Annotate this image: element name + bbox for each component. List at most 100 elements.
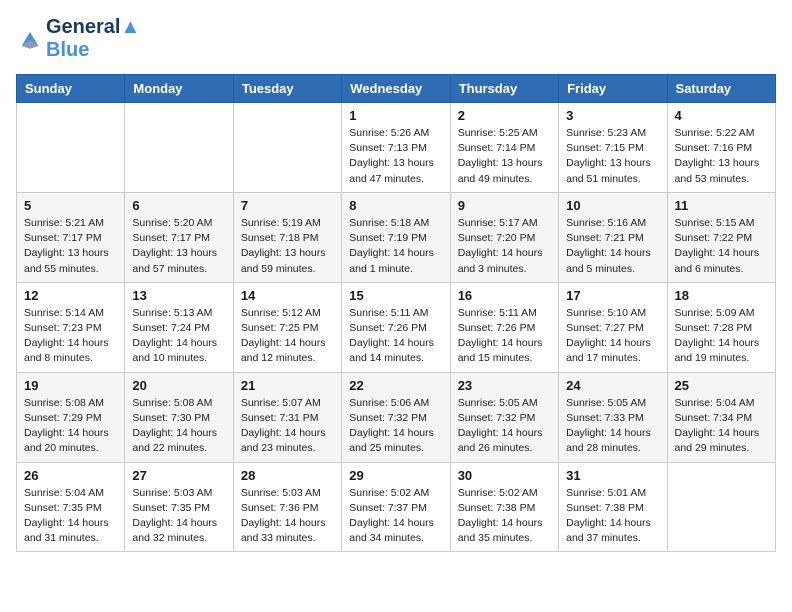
day-info: Sunrise: 5:05 AMSunset: 7:33 PMDaylight:… — [566, 396, 659, 457]
day-info: Sunrise: 5:14 AMSunset: 7:23 PMDaylight:… — [24, 306, 117, 367]
day-info: Sunrise: 5:09 AMSunset: 7:28 PMDaylight:… — [675, 306, 768, 367]
day-number: 11 — [675, 198, 768, 213]
calendar-cell: 25 Sunrise: 5:04 AMSunset: 7:34 PMDayligh… — [667, 372, 775, 462]
calendar-cell: 22 Sunrise: 5:06 AMSunset: 7:32 PMDayligh… — [342, 372, 450, 462]
calendar-cell: 3Sunrise: 5:23 AMSunset: 7:15 PMDaylight… — [559, 103, 667, 193]
calendar-cell: 1 Sunrise: 5:26 AMSunset: 7:13 PMDaylight… — [342, 103, 450, 193]
week-row-2: 5 Sunrise: 5:21 AMSunset: 7:17 PMDaylight… — [17, 192, 776, 282]
calendar-cell: 30Sunrise: 5:02 AMSunset: 7:38 PMDayligh… — [450, 462, 558, 552]
calendar-cell: 4Sunrise: 5:22 AMSunset: 7:16 PMDaylight… — [667, 103, 775, 193]
day-info: Sunrise: 5:11 AMSunset: 7:26 PMDaylight:… — [458, 306, 551, 367]
calendar-cell: 9 Sunrise: 5:17 AMSunset: 7:20 PMDaylight… — [450, 192, 558, 282]
day-number: 29 — [349, 468, 442, 483]
day-number: 10 — [566, 198, 659, 213]
day-number: 9 — [458, 198, 551, 213]
day-number: 14 — [241, 288, 334, 303]
day-info: Sunrise: 5:21 AMSunset: 7:17 PMDaylight:… — [24, 216, 117, 277]
day-number: 18 — [675, 288, 768, 303]
day-number: 24 — [566, 378, 659, 393]
day-info: Sunrise: 5:10 AMSunset: 7:27 PMDaylight:… — [566, 306, 659, 367]
day-number: 21 — [241, 378, 334, 393]
day-info: Sunrise: 5:08 AMSunset: 7:30 PMDaylight:… — [132, 396, 225, 457]
day-info: Sunrise: 5:03 AMSunset: 7:35 PMDaylight:… — [132, 486, 225, 547]
calendar-cell — [125, 103, 233, 193]
calendar-cell: 13 Sunrise: 5:13 AMSunset: 7:24 PMDayligh… — [125, 282, 233, 372]
day-number: 26 — [24, 468, 117, 483]
week-row-5: 26 Sunrise: 5:04 AMSunset: 7:35 PMDayligh… — [17, 462, 776, 552]
day-number: 13 — [132, 288, 225, 303]
calendar-cell: 2 Sunrise: 5:25 AMSunset: 7:14 PMDaylight… — [450, 103, 558, 193]
day-number: 25 — [675, 378, 768, 393]
calendar-cell: 17 Sunrise: 5:10 AMSunset: 7:27 PMDayligh… — [559, 282, 667, 372]
calendar-cell: 20 Sunrise: 5:08 AMSunset: 7:30 PMDayligh… — [125, 372, 233, 462]
day-number: 4 — [675, 108, 768, 123]
day-info: Sunrise: 5:01 AMSunset: 7:38 PMDaylight:… — [566, 486, 659, 547]
day-number: 19 — [24, 378, 117, 393]
day-info: Sunrise: 5:06 AMSunset: 7:32 PMDaylight:… — [349, 396, 442, 457]
calendar-cell: 8Sunrise: 5:18 AMSunset: 7:19 PMDaylight… — [342, 192, 450, 282]
calendar-cell — [233, 103, 341, 193]
calendar-cell: 16 Sunrise: 5:11 AMSunset: 7:26 PMDayligh… — [450, 282, 558, 372]
day-number: 2 — [458, 108, 551, 123]
calendar-cell: 21 Sunrise: 5:07 AMSunset: 7:31 PMDayligh… — [233, 372, 341, 462]
calendar-cell: 7Sunrise: 5:19 AMSunset: 7:18 PMDaylight… — [233, 192, 341, 282]
calendar-cell: 14 Sunrise: 5:12 AMSunset: 7:25 PMDayligh… — [233, 282, 341, 372]
day-info: Sunrise: 5:04 AMSunset: 7:34 PMDaylight:… — [675, 396, 768, 457]
day-info: Sunrise: 5:02 AMSunset: 7:37 PMDaylight:… — [349, 486, 442, 547]
day-number: 3 — [566, 108, 659, 123]
day-info: Sunrise: 5:12 AMSunset: 7:25 PMDaylight:… — [241, 306, 334, 367]
day-number: 12 — [24, 288, 117, 303]
calendar-cell: 18 Sunrise: 5:09 AMSunset: 7:28 PMDayligh… — [667, 282, 775, 372]
week-row-1: 1 Sunrise: 5:26 AMSunset: 7:13 PMDaylight… — [17, 103, 776, 193]
calendar-cell: 12 Sunrise: 5:14 AMSunset: 7:23 PMDayligh… — [17, 282, 125, 372]
day-info: Sunrise: 5:19 AMSunset: 7:18 PMDaylight:… — [241, 216, 334, 277]
calendar-cell: 28 Sunrise: 5:03 AMSunset: 7:36 PMDayligh… — [233, 462, 341, 552]
day-info: Sunrise: 5:20 AMSunset: 7:17 PMDaylight:… — [132, 216, 225, 277]
day-info: Sunrise: 5:25 AMSunset: 7:14 PMDaylight:… — [458, 126, 551, 187]
day-info: Sunrise: 5:11 AMSunset: 7:26 PMDaylight:… — [349, 306, 442, 367]
day-number: 31 — [566, 468, 659, 483]
day-number: 17 — [566, 288, 659, 303]
day-number: 22 — [349, 378, 442, 393]
calendar-cell: 27Sunrise: 5:03 AMSunset: 7:35 PMDayligh… — [125, 462, 233, 552]
calendar-cell: 6 Sunrise: 5:20 AMSunset: 7:17 PMDaylight… — [125, 192, 233, 282]
day-number: 23 — [458, 378, 551, 393]
day-info: Sunrise: 5:08 AMSunset: 7:29 PMDaylight:… — [24, 396, 117, 457]
logo-icon — [16, 25, 44, 53]
calendar-cell — [17, 103, 125, 193]
day-info: Sunrise: 5:02 AMSunset: 7:38 PMDaylight:… — [458, 486, 551, 547]
day-info: Sunrise: 5:07 AMSunset: 7:31 PMDaylight:… — [241, 396, 334, 457]
calendar-cell: 24 Sunrise: 5:05 AMSunset: 7:33 PMDayligh… — [559, 372, 667, 462]
day-number: 15 — [349, 288, 442, 303]
day-info: Sunrise: 5:05 AMSunset: 7:32 PMDaylight:… — [458, 396, 551, 457]
day-number: 28 — [241, 468, 334, 483]
weekday-header-wednesday: Wednesday — [342, 75, 450, 103]
calendar-cell: 29 Sunrise: 5:02 AMSunset: 7:37 PMDayligh… — [342, 462, 450, 552]
week-row-3: 12 Sunrise: 5:14 AMSunset: 7:23 PMDayligh… — [17, 282, 776, 372]
calendar-cell: 11Sunrise: 5:15 AMSunset: 7:22 PMDayligh… — [667, 192, 775, 282]
day-info: Sunrise: 5:13 AMSunset: 7:24 PMDaylight:… — [132, 306, 225, 367]
calendar-table: SundayMondayTuesdayWednesdayThursdayFrid… — [16, 74, 776, 552]
day-number: 16 — [458, 288, 551, 303]
calendar-cell: 5 Sunrise: 5:21 AMSunset: 7:17 PMDaylight… — [17, 192, 125, 282]
week-row-4: 19 Sunrise: 5:08 AMSunset: 7:29 PMDayligh… — [17, 372, 776, 462]
weekday-header-sunday: Sunday — [17, 75, 125, 103]
day-info: Sunrise: 5:17 AMSunset: 7:20 PMDaylight:… — [458, 216, 551, 277]
day-info: Sunrise: 5:26 AMSunset: 7:13 PMDaylight:… — [349, 126, 442, 187]
logo: General▲ Blue — [16, 16, 140, 62]
weekday-header-monday: Monday — [125, 75, 233, 103]
calendar-cell — [667, 462, 775, 552]
logo-text: General▲ Blue — [46, 16, 140, 62]
weekday-header-friday: Friday — [559, 75, 667, 103]
day-number: 5 — [24, 198, 117, 213]
day-number: 1 — [349, 108, 442, 123]
weekday-header-saturday: Saturday — [667, 75, 775, 103]
day-number: 6 — [132, 198, 225, 213]
day-info: Sunrise: 5:03 AMSunset: 7:36 PMDaylight:… — [241, 486, 334, 547]
calendar-cell: 31 Sunrise: 5:01 AMSunset: 7:38 PMDayligh… — [559, 462, 667, 552]
header: General▲ Blue — [16, 16, 776, 62]
day-info: Sunrise: 5:04 AMSunset: 7:35 PMDaylight:… — [24, 486, 117, 547]
weekday-header-tuesday: Tuesday — [233, 75, 341, 103]
day-number: 8 — [349, 198, 442, 213]
day-number: 20 — [132, 378, 225, 393]
